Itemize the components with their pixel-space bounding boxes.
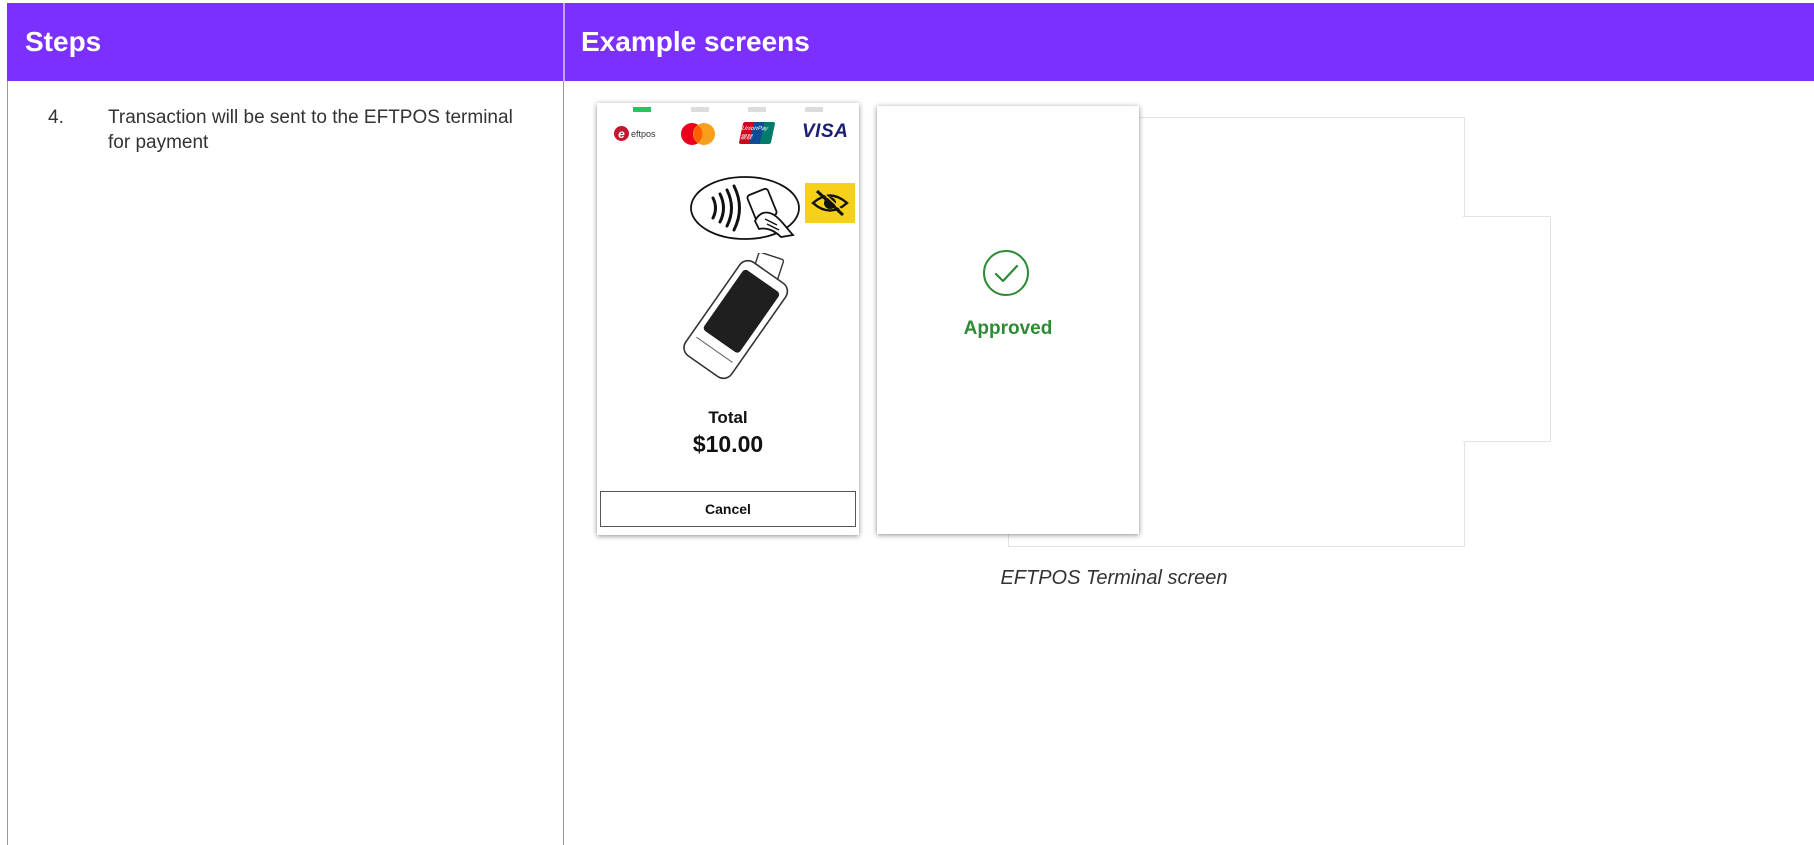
- eftpos-mark-icon: e: [614, 126, 629, 141]
- status-indicator: [748, 107, 766, 112]
- approved-status-text: Approved: [963, 318, 1053, 339]
- cancel-button[interactable]: Cancel: [600, 491, 856, 527]
- mastercard-logo: [681, 123, 715, 145]
- total-label: Total: [708, 408, 748, 427]
- check-circle-icon: [983, 250, 1029, 296]
- contactless-tap-icon: [690, 176, 800, 240]
- examples-column-header: Example screens: [581, 26, 810, 57]
- steps-column-header: Steps: [25, 26, 102, 57]
- payment-terminal-icon: [683, 253, 789, 380]
- background-frame: [1463, 216, 1551, 442]
- status-indicator: [805, 107, 823, 112]
- eftpos-logo: e eftpos: [614, 126, 656, 141]
- step-description: Transaction will be sent to the EFTPOS t…: [108, 107, 513, 153]
- eftpos-logo-text: eftpos: [631, 128, 656, 139]
- total-amount: $10.00: [692, 431, 764, 457]
- eftpos-terminal-approved-screen: Approved: [877, 106, 1139, 534]
- visa-logo: VISA: [802, 121, 849, 142]
- left-table-border: [7, 81, 8, 845]
- status-indicator-active: [633, 107, 651, 112]
- status-indicator: [691, 107, 709, 112]
- no-view-icon: [805, 183, 855, 223]
- screen-caption: EFTPOS Terminal screen: [1000, 567, 1228, 589]
- eftpos-terminal-payment-screen: e eftpos UnionPay 银联 VISA Total $10.00 C…: [597, 103, 859, 535]
- step-number: 4.: [48, 107, 64, 128]
- column-divider: [563, 81, 564, 845]
- unionpay-logo: UnionPay 银联: [738, 122, 776, 144]
